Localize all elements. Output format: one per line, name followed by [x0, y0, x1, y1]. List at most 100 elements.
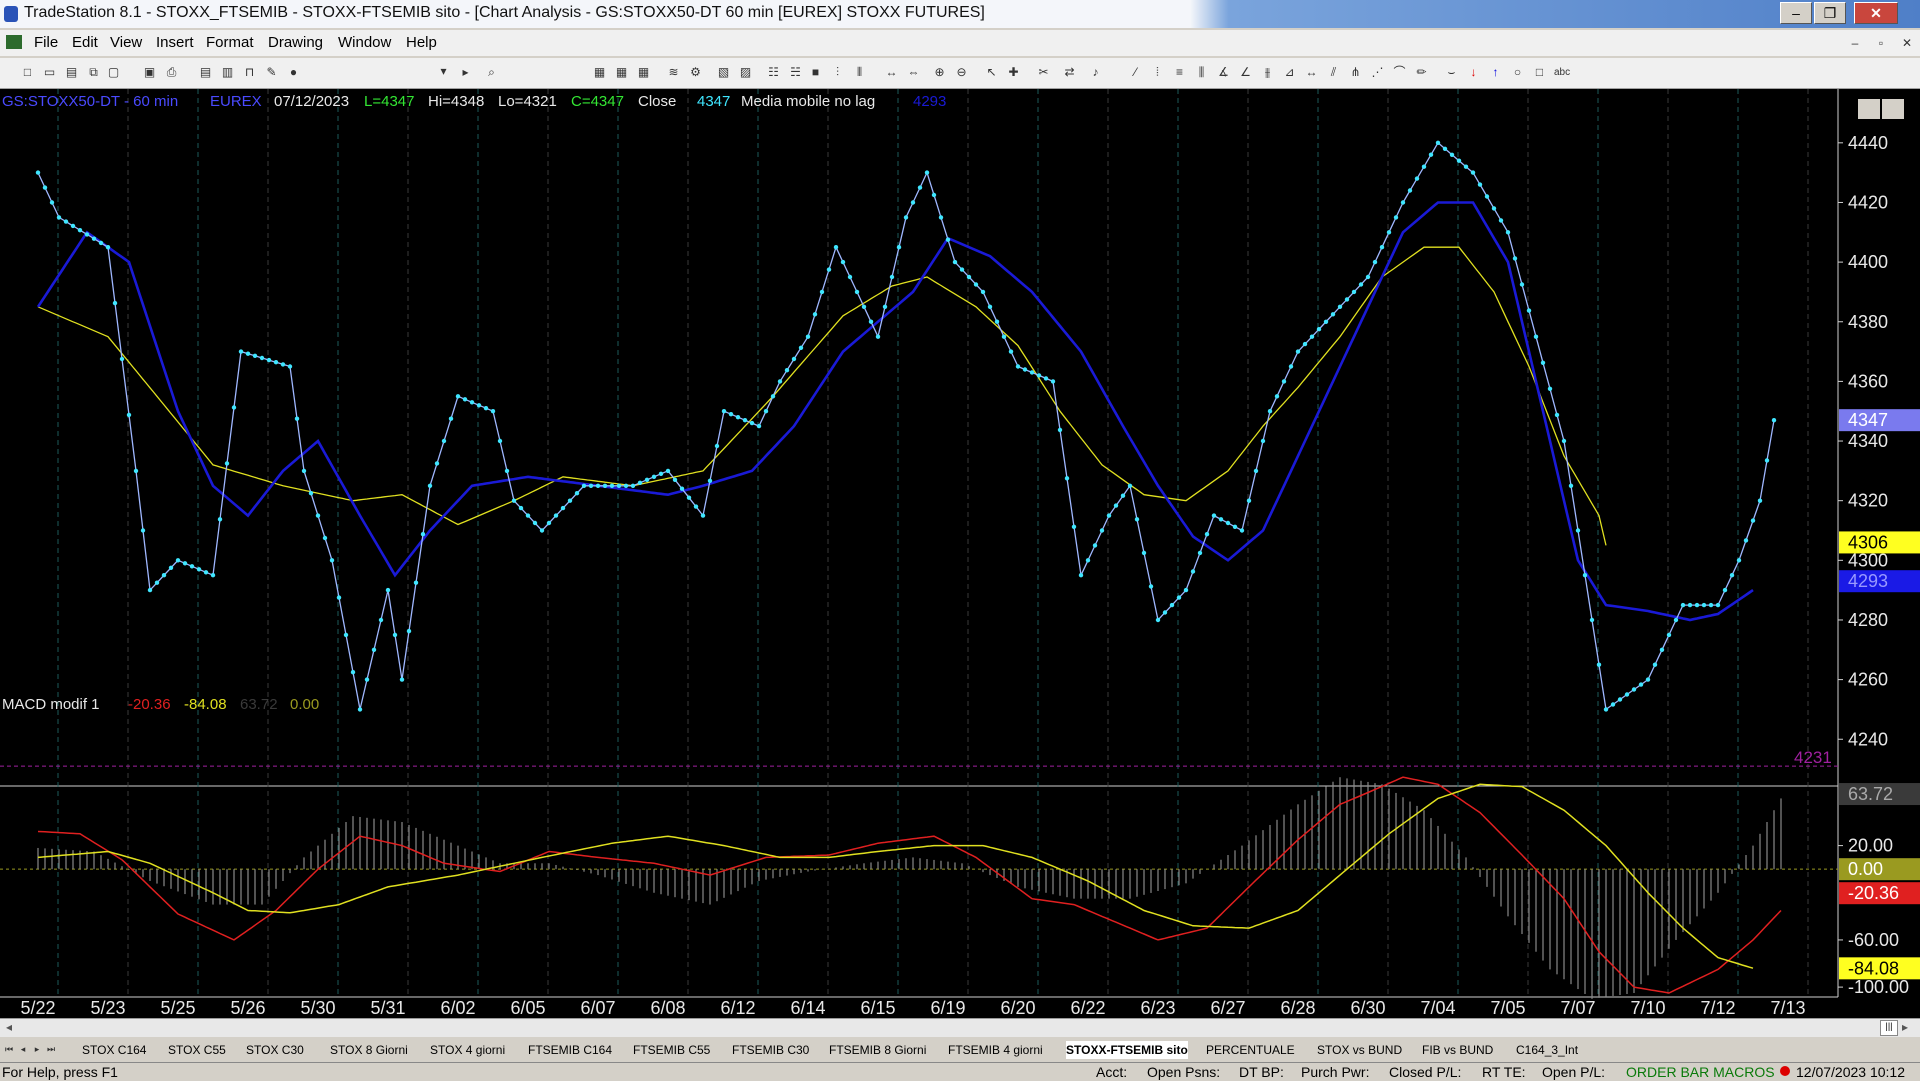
pointer-icon[interactable]: ↖ — [984, 65, 999, 80]
globe-icon[interactable]: ● — [286, 65, 301, 80]
open-workspace-icon[interactable]: ▤ — [64, 65, 79, 80]
save-icon[interactable]: ▣ — [142, 65, 157, 80]
arc-icon[interactable]: ⌒ — [1392, 65, 1407, 80]
zoom-in-icon[interactable]: ⊕ — [932, 65, 947, 80]
grid-icon[interactable]: ▦ — [636, 65, 651, 80]
tab-next-icon[interactable]: ▸ — [32, 1042, 42, 1056]
news-icon[interactable]: ☵ — [788, 65, 803, 80]
radar-icon[interactable]: ▨ — [738, 65, 753, 80]
copy-icon[interactable]: ⧉ — [86, 65, 101, 80]
menu-window[interactable]: Window — [338, 34, 391, 51]
tab-prev-icon[interactable]: ◂ — [18, 1042, 28, 1056]
tab-stox-c55[interactable]: STOX C55 — [168, 1041, 226, 1059]
tab-stoxx-ftsemib-sito[interactable]: STOXX-FTSEMIB sito — [1066, 1041, 1188, 1059]
speed-icon[interactable]: ∡ — [1216, 65, 1231, 80]
fan-icon[interactable]: ⋰ — [1370, 65, 1385, 80]
new-icon[interactable]: □ — [20, 65, 35, 80]
menu-file[interactable]: File — [34, 34, 58, 51]
symbol-lookup-icon[interactable]: ⌕ — [484, 65, 499, 80]
format-icon[interactable]: ▤ — [198, 65, 213, 80]
data-tips-icon[interactable]: ✚ — [1006, 65, 1021, 80]
tab-first-icon[interactable]: ⏮ — [4, 1042, 14, 1056]
new-window-icon[interactable]: ▢ — [106, 65, 121, 80]
tab-ftsemib-8-giorni[interactable]: FTSEMIB 8 Giorni — [829, 1041, 926, 1059]
menu-insert[interactable]: Insert — [156, 34, 194, 51]
tab-stox-vs-bund[interactable]: STOX vs BUND — [1317, 1041, 1402, 1059]
tab-stox-8-giorni[interactable]: STOX 8 Giorni — [330, 1041, 408, 1059]
tick-icon[interactable]: ⫴ — [852, 65, 867, 80]
tab-ftsemib-4-giorni[interactable]: FTSEMIB 4 giorni — [948, 1041, 1043, 1059]
parallel-icon[interactable]: ⫽ — [1326, 65, 1341, 80]
tab-percentuale[interactable]: PERCENTUALE — [1206, 1041, 1295, 1059]
price-point — [833, 245, 839, 250]
channel-icon[interactable]: ⫼ — [1194, 65, 1209, 80]
pitchfork-icon[interactable]: ⋔ — [1348, 65, 1363, 80]
chart-icon[interactable]: ▦ — [592, 65, 607, 80]
text-icon[interactable]: abc — [1554, 65, 1570, 80]
sound-icon[interactable]: ♪ — [1088, 65, 1103, 80]
bar-icon[interactable]: ■ — [808, 65, 823, 80]
print-icon[interactable]: ⎙ — [164, 65, 179, 80]
matrix-icon[interactable]: ▦ — [614, 65, 629, 80]
horizontal-scrollbar[interactable]: ◂ ||| ▸ — [0, 1018, 1920, 1037]
trendline-icon[interactable]: ⁄ — [1128, 65, 1143, 80]
pencil-icon[interactable]: ✏ — [1414, 65, 1429, 80]
menu-help[interactable]: Help — [406, 34, 437, 51]
properties-icon[interactable]: ✂ — [1036, 65, 1051, 80]
candlestick-icon[interactable]: ⫶ — [830, 65, 845, 80]
mdi-restore-button[interactable]: ▫ — [1872, 34, 1890, 52]
down-arrow-icon[interactable]: ↓ — [1466, 65, 1481, 80]
options-icon[interactable]: ☷ — [766, 65, 781, 80]
up-arrow-icon[interactable]: ↑ — [1488, 65, 1503, 80]
chart-area[interactable]: 4231 4440 4420 4400 4380 4360 4340 4320 4300 4280… — [0, 89, 1920, 1022]
link-icon[interactable]: ⇄ — [1062, 65, 1077, 80]
open-icon[interactable]: ▭ — [42, 65, 57, 80]
tab-fib-vs-bund[interactable]: FIB vs BUND — [1422, 1041, 1493, 1059]
scroll-icon[interactable]: ↔ — [884, 65, 899, 80]
menu-edit[interactable]: Edit — [72, 34, 98, 51]
maximize-button[interactable]: ❐ — [1814, 2, 1846, 24]
price-point — [553, 513, 559, 518]
mdi-close-button[interactable]: ✕ — [1898, 34, 1916, 52]
curve-icon[interactable]: ⌣ — [1444, 65, 1459, 80]
menu-view[interactable]: View — [110, 34, 142, 51]
scroll-left-icon[interactable]: ◂ — [6, 1020, 12, 1034]
ellipse-icon[interactable]: ○ — [1510, 65, 1525, 80]
tab-c164-3-int[interactable]: C164_3_Int — [1516, 1041, 1578, 1059]
scanner-icon[interactable]: ▧ — [716, 65, 731, 80]
rectangle-icon[interactable]: □ — [1532, 65, 1547, 80]
menu-drawing[interactable]: Drawing — [268, 34, 323, 51]
zoom-out-icon[interactable]: ⊖ — [954, 65, 969, 80]
mdi-minimize-button[interactable]: – — [1846, 34, 1864, 52]
tab-ftsemib-c164[interactable]: FTSEMIB C164 — [528, 1041, 612, 1059]
tab-ftsemib-c55[interactable]: FTSEMIB C55 — [633, 1041, 710, 1059]
angle-icon[interactable]: ⊿ — [1282, 65, 1297, 80]
dropdown-arrow-icon[interactable]: ▾ — [436, 64, 451, 79]
scroll-thumb[interactable]: ||| — [1880, 1020, 1898, 1036]
indicator-icon[interactable]: ≋ — [666, 65, 681, 80]
tab-stox-4-giorni[interactable]: STOX 4 giorni — [430, 1041, 505, 1059]
gann-icon[interactable]: ∠ — [1238, 65, 1253, 80]
go-arrow-icon[interactable]: ▸ — [458, 65, 473, 80]
horizontal-line-icon[interactable]: ↔ — [1304, 65, 1319, 80]
subwindow-restore-button[interactable] — [1882, 99, 1904, 119]
close-button[interactable]: ✕ — [1854, 2, 1898, 24]
fib-icon[interactable]: ⦙ — [1150, 65, 1165, 80]
tab-ftsemib-c30[interactable]: FTSEMIB C30 — [732, 1041, 809, 1059]
tab-stox-c164[interactable]: STOX C164 — [82, 1041, 146, 1059]
tab-last-icon[interactable]: ⏭ — [46, 1042, 56, 1056]
compress-icon[interactable]: ⇔ — [906, 65, 921, 80]
lock-icon[interactable]: ⊓ — [242, 65, 257, 80]
tab-stox-c30[interactable]: STOX C30 — [246, 1041, 304, 1059]
minimize-button[interactable]: – — [1780, 2, 1812, 24]
menu-format[interactable]: Format — [206, 34, 254, 51]
strategy-icon[interactable]: ⚙ — [688, 65, 703, 80]
cycle-icon[interactable]: ⫵ — [1260, 65, 1275, 80]
tools-icon[interactable]: ✎ — [264, 65, 279, 80]
status-macros[interactable]: ORDER BAR MACROS — [1626, 1064, 1775, 1080]
scroll-right-icon[interactable]: ▸ — [1902, 1020, 1908, 1034]
chart-canvas[interactable]: 4231444044204400438043604340432043004280… — [0, 89, 1920, 1018]
lines-icon[interactable]: ≡ — [1172, 65, 1187, 80]
insert-icon[interactable]: ▥ — [220, 65, 235, 80]
subwindow-minimize-button[interactable] — [1858, 99, 1880, 119]
